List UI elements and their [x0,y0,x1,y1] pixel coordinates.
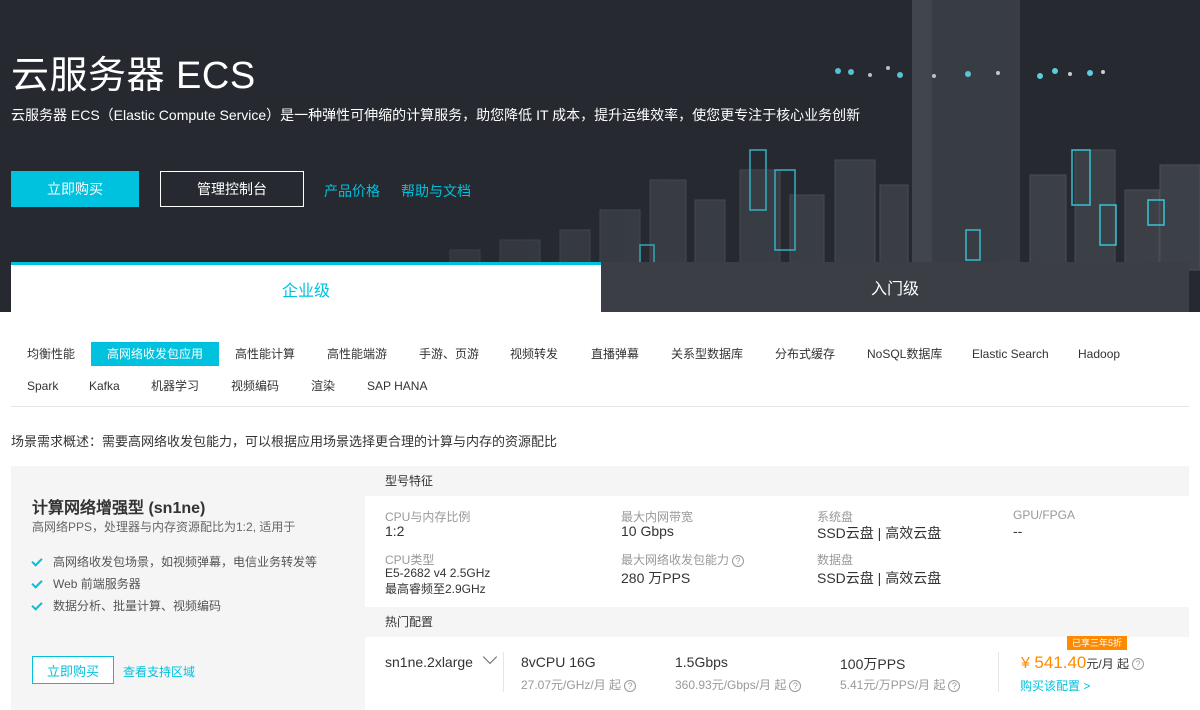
scenario-rendering[interactable]: 渲染 [295,374,351,398]
price-amount: 541.40 [1034,653,1087,672]
feature-item: 高网络收发包场景，如视频弹幕，电信业务转发等 [31,553,317,570]
product-subtitle: 高网络PPS，处理器与内存资源配比为1:2, 适用于 [32,520,296,534]
spec-label: 数据盘 [817,553,854,567]
config-cpu-memory: 8vCPU 16G [521,654,596,670]
scenario-live-danmaku[interactable]: 直播弹幕 [575,342,655,366]
config-cpu-memory-price-text: 27.07元/GHz/月 起 [521,678,622,692]
spec-value: SSD云盘 | 高效云盘 [817,525,942,541]
check-icon [31,556,43,568]
scenario-client-games[interactable]: 高性能端游 [311,342,403,366]
tab-enterprise[interactable]: 企业级 [11,262,601,312]
config-pps: 100万PPS [840,656,906,672]
page-title: 云服务器 ECS [11,55,256,97]
spec-value: 280 万PPS [621,570,691,586]
scenario-machine-learning[interactable]: 机器学习 [135,374,215,398]
scenario-elastic-search[interactable]: Elastic Search [956,342,1065,366]
buy-config-link[interactable]: 购买该配置 > [1020,677,1090,694]
help-icon[interactable]: ? [732,554,745,567]
config-bandwidth: 1.5Gbps [675,654,728,670]
feature-item: Web 前端服务器 [31,575,141,592]
divider [998,652,999,692]
help-icon[interactable]: ? [948,679,961,692]
instance-type-select[interactable]: sn1ne.2xlarge [385,654,473,670]
chevron-down-icon[interactable] [482,649,498,665]
help-icon[interactable]: ? [624,679,637,692]
config-pps-price-text: 5.41元/万PPS/月 起 [840,678,946,692]
feature-item: 数据分析、批量计算、视频编码 [31,597,221,614]
tab-entry-level[interactable]: 入门级 [601,262,1189,312]
scenario-kafka[interactable]: Kafka [73,374,136,398]
spec-label: 最大网络收发包能力? [621,551,745,568]
spec-value: 最高睿频至2.9GHz [385,582,486,596]
feature-text: 高网络收发包场景，如视频弹幕，电信业务转发等 [53,555,318,569]
help-docs-link[interactable]: 帮助与文档 [401,181,471,201]
management-console-button[interactable]: 管理控制台 [160,171,304,207]
scenario-video-encoding[interactable]: 视频编码 [215,374,295,398]
scenario-nosql-db[interactable]: NoSQL数据库 [851,342,958,366]
hot-config-section-header: 热门配置 [365,607,1189,637]
help-icon[interactable]: ? [1132,657,1145,670]
supported-regions-link[interactable]: 查看支持区域 [123,663,195,680]
spec-label-text: 最大网络收发包能力 [621,553,730,567]
spec-label: GPU/FPGA [1013,508,1076,522]
scenario-hadoop[interactable]: Hadoop [1062,342,1136,366]
config-bandwidth-price-text: 360.93元/Gbps/月 起 [675,678,787,692]
help-icon[interactable]: ? [789,679,802,692]
price-unit: 元/月 起 [1086,657,1130,671]
buy-now-button[interactable]: 立即购买 [11,171,139,207]
check-icon [31,600,43,612]
scenario-distributed-cache[interactable]: 分布式缓存 [759,342,851,366]
product-buy-button[interactable]: 立即购买 [32,656,114,684]
scenario-balanced[interactable]: 均衡性能 [11,342,91,366]
pricing-link[interactable]: 产品价格 [324,181,380,201]
scenario-high-network-pps[interactable]: 高网络收发包应用 [91,342,220,366]
scenario-description: 场景需求概述：需要高网络收发包能力，可以根据应用场景选择更合理的计算与内存的资源… [11,434,558,449]
price: ¥ 541.40元/月 起? [1021,653,1145,673]
feature-text: Web 前端服务器 [53,577,141,591]
scenario-hpc[interactable]: 高性能计算 [219,342,311,366]
scenario-mobile-web-games[interactable]: 手游、页游 [403,342,495,366]
divider [503,652,504,692]
product-description: 云服务器 ECS（Elastic Compute Service）是一种弹性可伸… [11,107,861,123]
scenario-spark[interactable]: Spark [11,374,74,398]
scenario-sap-hana[interactable]: SAP HANA [351,374,443,398]
check-icon [31,578,43,590]
product-summary-card: 计算网络增强型 (sn1ne) 高网络PPS，处理器与内存资源配比为1:2, 适… [11,466,365,710]
scenario-relational-db[interactable]: 关系型数据库 [655,342,759,366]
product-specs-panel: 型号特征 CPU与内存比例 1:2 最大内网带宽 10 Gbps 系统盘 SSD… [365,466,1189,710]
spec-value: SSD云盘 | 高效云盘 [817,570,942,586]
spec-value: E5-2682 v4 2.5GHz [385,566,491,580]
scenario-video-forwarding[interactable]: 视频转发 [494,342,574,366]
spec-value: -- [1013,523,1023,539]
config-cpu-memory-price: 27.07元/GHz/月 起? [521,676,637,693]
specs-section-header: 型号特征 [365,466,1189,496]
section-divider [11,406,1189,407]
config-pps-price: 5.41元/万PPS/月 起? [840,676,961,693]
product-name: 计算网络增强型 (sn1ne) [32,500,206,517]
discount-badge: 已享三年5折 [1067,636,1128,650]
config-bandwidth-price: 360.93元/Gbps/月 起? [675,676,802,693]
feature-text: 数据分析、批量计算、视频编码 [53,599,222,613]
currency-symbol: ¥ [1021,655,1030,672]
spec-value: 1:2 [385,523,405,539]
spec-value: 10 Gbps [621,523,674,539]
